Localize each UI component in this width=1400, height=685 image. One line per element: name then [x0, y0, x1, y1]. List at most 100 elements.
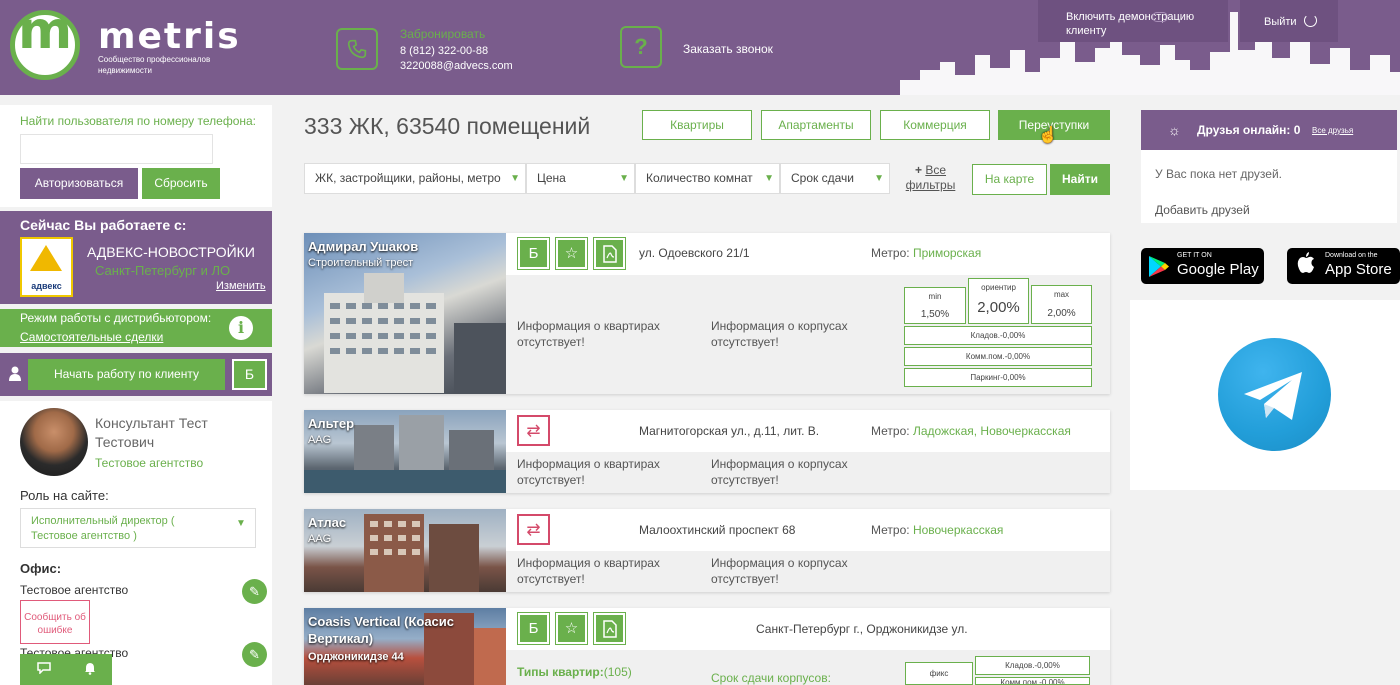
chat-icon[interactable] [36, 662, 51, 677]
chevron-down-icon: ▼ [236, 518, 246, 529]
swap-icon[interactable]: ⇄ [517, 415, 550, 446]
book-email[interactable]: 3220088@advecs.com [400, 60, 513, 72]
commission-target-label: ориентир [981, 283, 1016, 292]
phone-icon[interactable] [336, 28, 378, 70]
agency-logo-mark [30, 245, 62, 271]
star-icon[interactable]: ☆ [555, 237, 588, 270]
exit-label: Выйти [1264, 16, 1297, 28]
chevron-down-icon: ▼ [874, 173, 884, 184]
question-icon[interactable]: ? [620, 26, 662, 68]
metro-label: Метро: [871, 424, 910, 438]
commission-commercial: Комм.пом.-0,00% [975, 677, 1090, 685]
demo-toggle-button[interactable]: Включить демонстрацию клиенту [1038, 0, 1228, 42]
buildings-info: Информация о корпусах отсутствует! [711, 319, 848, 349]
complex-title[interactable]: Адмирал Ушаков [308, 238, 488, 255]
all-friends-link[interactable]: Все друзья [1312, 126, 1353, 135]
report-error-button[interactable]: Сообщить об ошибке [20, 600, 90, 644]
agency-name: АДВЕКС-НОВОСТРОЙКИ [87, 244, 255, 260]
metro-value[interactable]: Новочеркасская [913, 523, 1003, 537]
no-friends-text: У Вас пока нет друзей. [1155, 167, 1283, 181]
on-map-button[interactable]: На карте [972, 164, 1047, 195]
apartment-types-link[interactable]: Типы квартир:(105) [517, 665, 632, 679]
friends-online-count: 0 [1293, 123, 1301, 137]
app-store-button[interactable]: Download on the App Store [1287, 248, 1400, 284]
reset-button[interactable]: Сбросить [142, 168, 220, 199]
commission-target: ориентир 2,00% [968, 278, 1029, 324]
commission-min-label: min [928, 292, 942, 301]
power-icon [1304, 14, 1317, 27]
filter-price-label: Цена [537, 171, 566, 185]
complex-photo[interactable]: Атлас AAG [304, 509, 506, 592]
filter-rooms-select[interactable]: Количество комнат ▼ [635, 163, 780, 194]
info-icon[interactable]: i [229, 316, 253, 340]
commission-target-value: 2,00% [977, 299, 1020, 316]
filter-search-label: ЖК, застройщики, районы, метро [315, 171, 501, 185]
exit-button[interactable]: Выйти [1240, 0, 1338, 42]
book-link[interactable]: Забронировать [400, 27, 485, 41]
friends-online-label: Друзья онлайн: [1197, 123, 1291, 137]
tab-apartments[interactable]: Квартиры [642, 110, 752, 140]
commission-max-label: max [1053, 290, 1070, 299]
brand-name[interactable]: metris [98, 16, 241, 57]
hand-cursor-icon: ☝ [1038, 127, 1058, 144]
apartment-types-count: (105) [603, 665, 632, 679]
chevron-down-icon: ▼ [619, 173, 629, 184]
authorize-button[interactable]: Авторизоваться [20, 168, 138, 199]
commission-storage: Кладов.-0,00% [975, 656, 1090, 675]
swap-icon[interactable]: ⇄ [517, 514, 550, 545]
complex-card[interactable]: Coasis Vertical (Коасис Вертикал) Орджон… [304, 608, 1110, 685]
apartment-types-label: Типы квартир: [517, 665, 604, 679]
pencil-icon[interactable]: ✎ [242, 642, 267, 667]
role-select[interactable]: Исполнительный директор ( Тестовое агент… [20, 508, 256, 548]
distributor-mode-link[interactable]: Самостоятельные сделки [20, 330, 163, 344]
start-client-button[interactable]: Начать работу по клиенту [28, 359, 225, 390]
google-play-top: GET IT ON [1177, 252, 1212, 259]
google-play-button[interactable]: GET IT ON Google Play [1141, 248, 1264, 284]
commission-commercial: Комм.пом.-0,00% [904, 347, 1092, 366]
complex-title[interactable]: Coasis Vertical (Коасис Вертикал) [308, 613, 488, 647]
metro-value[interactable]: Ладожская, Новочеркасская [913, 424, 1071, 438]
avatar[interactable] [20, 408, 88, 476]
filter-price-select[interactable]: Цена ▼ [526, 163, 635, 194]
bookmark-b-button[interactable]: Б [517, 237, 550, 270]
callback-link[interactable]: Заказать звонок [683, 42, 773, 56]
complex-photo[interactable]: Альтер AAG [304, 410, 506, 493]
complex-metro: Метро: Новочеркасская [871, 523, 1003, 537]
bookmark-b-button[interactable]: Б [232, 359, 267, 390]
logo-mark: m [18, 1, 73, 61]
pdf-icon[interactable] [593, 612, 626, 645]
complex-card[interactable]: Адмирал Ушаков Строительный трест Б ☆ ул… [304, 233, 1110, 394]
pencil-icon[interactable]: ✎ [242, 579, 267, 604]
phone-search-input[interactable] [20, 134, 213, 164]
complex-title[interactable]: Атлас [308, 514, 488, 531]
pdf-icon[interactable] [593, 237, 626, 270]
bookmark-b-button[interactable]: Б [517, 612, 550, 645]
metro-label: Метро: [871, 246, 910, 260]
apple-icon [1297, 252, 1315, 280]
complex-card[interactable]: Атлас AAG ⇄ Малоохтинский проспект 68 Ме… [304, 509, 1110, 592]
complex-photo[interactable]: Адмирал Ушаков Строительный трест [304, 233, 506, 394]
filter-deadline-select[interactable]: Срок сдачи ▼ [780, 163, 890, 194]
toggle-icon[interactable] [1152, 12, 1168, 22]
app-store-top: Download on the [1325, 252, 1378, 259]
change-agency-link[interactable]: Изменить [216, 280, 266, 292]
filter-search-select[interactable]: ЖК, застройщики, районы, метро ▼ [304, 163, 526, 194]
add-friends-link[interactable]: Добавить друзей [1155, 203, 1250, 217]
star-icon[interactable]: ☆ [555, 612, 588, 645]
filter-rooms-label: Количество комнат [646, 171, 753, 185]
brand-tagline: Сообщество профессионалов недвижимости [98, 55, 211, 75]
friends-online: Друзья онлайн: 0 [1197, 123, 1300, 137]
tab-aparthotels[interactable]: Апартаменты [761, 110, 871, 140]
complex-card[interactable]: Альтер AAG ⇄ Магнитогорская ул., д.11, л… [304, 410, 1110, 493]
bell-icon[interactable] [84, 662, 96, 678]
telegram-icon[interactable] [1218, 338, 1331, 451]
complex-photo[interactable]: Coasis Vertical (Коасис Вертикал) Орджон… [304, 608, 506, 685]
find-button[interactable]: Найти [1050, 164, 1110, 195]
book-phone[interactable]: 8 (812) 322-00-88 [400, 45, 488, 57]
metro-value[interactable]: Приморская [913, 246, 981, 260]
tab-commercial[interactable]: Коммерция [880, 110, 990, 140]
all-filters-link[interactable]: + Все фильтры [903, 163, 958, 193]
metro-label: Метро: [871, 523, 910, 537]
complex-title[interactable]: Альтер [308, 415, 488, 432]
demo-label: Включить демонстрацию клиенту [1066, 11, 1195, 37]
